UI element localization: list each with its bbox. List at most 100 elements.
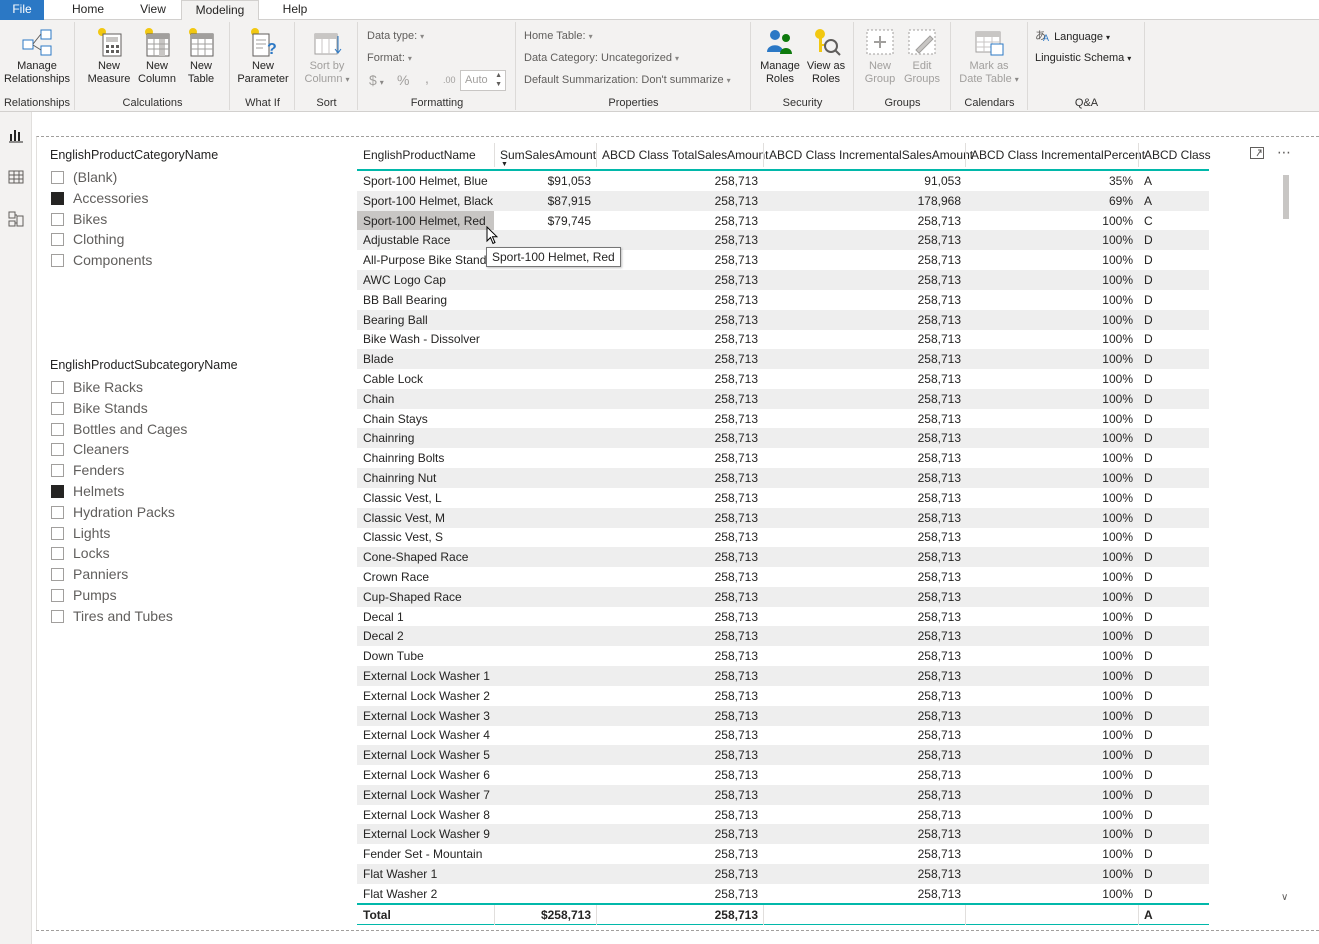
checkbox[interactable] — [51, 526, 64, 540]
cell-abcd-class[interactable]: D — [1144, 785, 1153, 805]
cell-abcd-class[interactable]: D — [1144, 686, 1153, 706]
cell-incremental-percent[interactable]: 100% — [1102, 488, 1133, 508]
cell-incremental-percent[interactable]: 100% — [1102, 310, 1133, 330]
cell-total-sales[interactable]: 258,713 — [715, 290, 758, 310]
cell-product-name[interactable]: Bike Wash - Dissolver — [363, 329, 480, 349]
table-row[interactable]: External Lock Washer 8 258,713 258,713 100%… — [357, 805, 1209, 825]
cell-product-name[interactable]: AWC Logo Cap — [363, 270, 446, 290]
sort-by-column-button[interactable]: Sort by Column ▾ — [300, 26, 354, 86]
cell-total-sales[interactable]: 258,713 — [715, 706, 758, 726]
table-row[interactable]: Cable Lock 258,713 258,713 100% D — [357, 369, 1209, 389]
cell-incremental-percent[interactable]: 100% — [1102, 211, 1133, 231]
col-header-abcd-class[interactable]: ABCD Class — [1138, 143, 1211, 167]
cell-incremental-percent[interactable]: 100% — [1102, 626, 1133, 646]
cell-product-name[interactable]: External Lock Washer 3 — [363, 706, 490, 726]
cell-product-name[interactable]: Chain — [363, 389, 394, 409]
cell-product-name[interactable]: External Lock Washer 1 — [363, 666, 490, 686]
cell-total-sales[interactable]: 258,713 — [715, 547, 758, 567]
cell-incremental-percent[interactable]: 100% — [1102, 706, 1133, 726]
cell-incremental-sales[interactable]: 258,713 — [918, 626, 961, 646]
cell-product-name[interactable]: External Lock Washer 2 — [363, 686, 490, 706]
cell-abcd-class[interactable]: D — [1144, 428, 1153, 448]
data-view-icon[interactable] — [7, 168, 25, 186]
cell-product-name[interactable]: Decal 1 — [363, 607, 404, 627]
cell-incremental-sales[interactable]: 258,713 — [918, 329, 961, 349]
cell-product-name[interactable]: External Lock Washer 8 — [363, 805, 490, 825]
cell-product-name[interactable]: Chainring Nut — [363, 468, 436, 488]
cell-incremental-sales[interactable]: 258,713 — [918, 230, 961, 250]
checkbox[interactable] — [51, 443, 64, 457]
col-header-incremental-sales[interactable]: ABCD Class IncrementalSalesAmount — [763, 143, 973, 167]
cell-abcd-class[interactable]: D — [1144, 468, 1153, 488]
cell-incremental-percent[interactable]: 100% — [1102, 725, 1133, 745]
checkbox[interactable] — [51, 254, 64, 268]
table-row[interactable]: Cone-Shaped Race 258,713 258,713 100% D — [357, 547, 1209, 568]
scroll-down-icon[interactable]: ∨ — [1281, 892, 1288, 903]
cell-total-sales[interactable]: 258,713 — [715, 468, 758, 488]
cell-product-name[interactable]: Classic Vest, M — [363, 508, 445, 528]
cell-abcd-class[interactable]: D — [1144, 409, 1153, 429]
cell-product-name[interactable]: All-Purpose Bike Stand — [363, 250, 486, 270]
cell-incremental-percent[interactable]: 100% — [1102, 547, 1133, 567]
table-row[interactable]: Fender Set - Mountain 258,713 258,713 100% D — [357, 844, 1209, 864]
cell-abcd-class[interactable]: D — [1144, 824, 1153, 844]
cell-incremental-percent[interactable]: 100% — [1102, 666, 1133, 686]
table-row[interactable]: Chainring Nut 258,713 258,713 100% D — [357, 468, 1209, 488]
checkbox[interactable] — [51, 171, 64, 184]
cell-incremental-percent[interactable]: 100% — [1102, 448, 1133, 468]
cell-incremental-percent[interactable]: 100% — [1102, 686, 1133, 706]
focus-mode-icon[interactable] — [1250, 147, 1264, 159]
cell-incremental-percent[interactable]: 100% — [1102, 844, 1133, 864]
cell-total-sales[interactable]: 258,713 — [715, 369, 758, 389]
checkbox[interactable] — [51, 589, 64, 602]
cell-total-sales[interactable]: 258,713 — [715, 191, 758, 211]
table-row[interactable]: External Lock Washer 6 258,713 258,713 100%… — [357, 765, 1209, 785]
checkbox[interactable] — [51, 381, 64, 394]
cell-incremental-sales[interactable]: 258,713 — [918, 468, 961, 488]
cell-abcd-class[interactable]: A — [1144, 171, 1152, 191]
cell-abcd-class[interactable]: D — [1144, 389, 1153, 409]
cell-product-name[interactable]: External Lock Washer 5 — [363, 745, 490, 765]
cell-incremental-sales[interactable]: 258,713 — [918, 725, 961, 745]
cell-incremental-sales[interactable]: 258,713 — [918, 864, 961, 884]
cell-incremental-sales[interactable]: 258,713 — [918, 527, 961, 547]
cell-incremental-percent[interactable]: 100% — [1102, 745, 1133, 765]
table-row[interactable]: External Lock Washer 4 258,713 258,713 100%… — [357, 725, 1209, 745]
cell-total-sales[interactable]: 258,713 — [715, 171, 758, 191]
percent-button[interactable]: % — [397, 72, 409, 88]
cell-incremental-sales[interactable]: 258,713 — [918, 409, 961, 429]
cell-incremental-percent[interactable]: 100% — [1102, 369, 1133, 389]
table-row[interactable]: Cup-Shaped Race 258,713 258,713 100% D — [357, 586, 1209, 607]
edit-groups-button[interactable]: Edit Groups — [901, 26, 943, 86]
cell-incremental-sales[interactable]: 178,968 — [918, 191, 961, 211]
cell-total-sales[interactable]: 258,713 — [715, 745, 758, 765]
cell-abcd-class[interactable]: D — [1144, 448, 1153, 468]
new-group-button[interactable]: New Group — [859, 26, 901, 86]
cell-incremental-sales[interactable]: 258,713 — [918, 428, 961, 448]
cell-abcd-class[interactable]: D — [1144, 884, 1153, 904]
cell-product-name[interactable]: Cable Lock — [363, 369, 423, 389]
cell-abcd-class[interactable]: D — [1144, 706, 1153, 726]
manage-roles-button[interactable]: Manage Roles — [758, 26, 802, 86]
cell-incremental-percent[interactable]: 100% — [1102, 230, 1133, 250]
cell-sum-sales[interactable]: $79,745 — [548, 211, 591, 231]
cell-product-name[interactable]: Classic Vest, L — [363, 488, 442, 508]
cell-incremental-sales[interactable]: 258,713 — [918, 884, 961, 904]
checkbox[interactable] — [51, 191, 64, 205]
cell-product-name[interactable]: Sport-100 Helmet, Blue — [363, 171, 488, 191]
model-view-icon[interactable] — [7, 210, 25, 228]
table-row[interactable]: Chain Stays 258,713 258,713 100% D — [357, 409, 1209, 429]
cell-incremental-sales[interactable]: 258,713 — [918, 745, 961, 765]
cell-product-name[interactable]: Blade — [363, 349, 394, 369]
table-row[interactable]: Classic Vest, M 258,713 258,713 100% D — [357, 507, 1209, 528]
cell-product-name[interactable]: Bearing Ball — [363, 310, 428, 330]
cell-incremental-sales[interactable]: 258,713 — [918, 448, 961, 468]
table-row[interactable]: Chainring 258,713 258,713 100% D — [357, 428, 1209, 449]
cell-total-sales[interactable]: 258,713 — [715, 844, 758, 864]
home-table-dropdown[interactable]: Home Table: ▾ — [524, 30, 593, 42]
cell-incremental-sales[interactable]: 258,713 — [918, 785, 961, 805]
cell-total-sales[interactable]: 258,713 — [715, 725, 758, 745]
cell-incremental-percent[interactable]: 100% — [1102, 468, 1133, 488]
new-parameter-button[interactable]: ? New Parameter — [233, 26, 293, 86]
cell-total-sales[interactable]: 258,713 — [715, 329, 758, 349]
